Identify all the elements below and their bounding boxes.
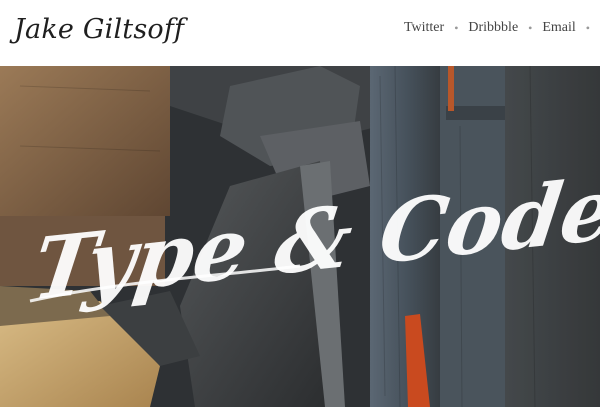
nav-separator: • bbox=[454, 20, 459, 35]
site-header: Jake Giltsoff Twitter • Dribbble • Email… bbox=[0, 0, 600, 66]
hero-banner: Type & Code bbox=[0, 66, 600, 407]
primary-nav: Twitter • Dribbble • Email • bbox=[404, 20, 600, 36]
nav-dribbble-link[interactable]: Dribbble bbox=[468, 20, 518, 36]
slate-block-groove bbox=[446, 106, 506, 120]
nav-separator: • bbox=[585, 20, 590, 35]
nav-separator: • bbox=[528, 20, 533, 35]
hero-photo-illustration: Type & Code bbox=[0, 66, 600, 407]
nav-email-link[interactable]: Email bbox=[542, 20, 575, 36]
orange-stripe-top bbox=[448, 66, 454, 111]
nav-twitter-link[interactable]: Twitter bbox=[404, 20, 444, 36]
site-title-link[interactable]: Jake Giltsoff bbox=[14, 14, 184, 45]
